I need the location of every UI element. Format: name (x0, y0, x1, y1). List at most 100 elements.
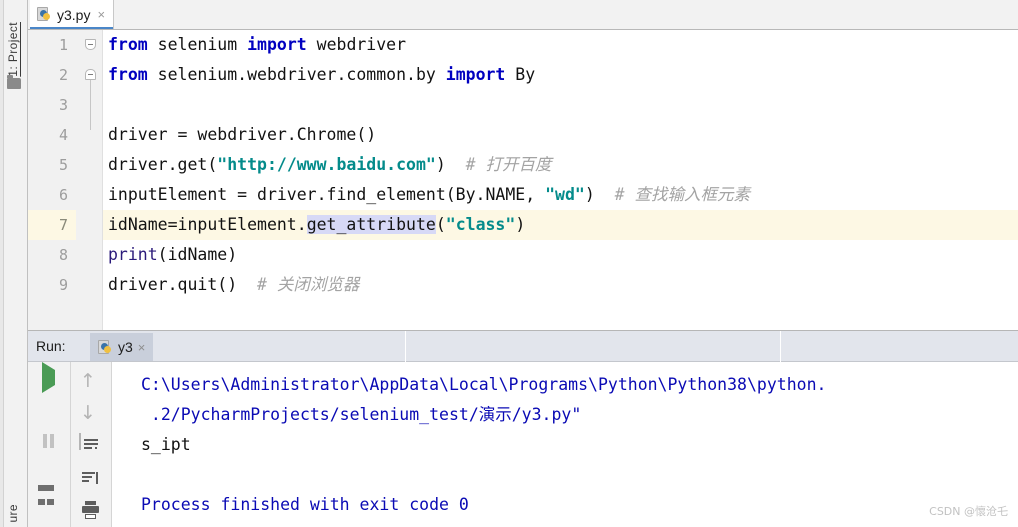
arrow-down-icon: ↓ (80, 402, 96, 424)
code-token: ) (584, 185, 615, 204)
console-line: Process finished with exit code 0 (141, 495, 469, 514)
close-icon[interactable]: × (97, 7, 105, 22)
run-tab-y3[interactable]: y3 × (90, 333, 154, 361)
gutter-line[interactable]: 4 (28, 120, 76, 150)
code-token: "wd" (545, 185, 585, 204)
stop-button[interactable] (38, 402, 60, 424)
sidebar-item-project[interactable]: 1: Project (6, 22, 20, 77)
code-line[interactable]: from selenium.webdriver.common.by import… (103, 60, 1018, 90)
code-token: get_attribute (306, 215, 436, 234)
code-line-text: driver.get("http://www.baidu.com") # 打开百… (103, 150, 552, 180)
gutter-line[interactable]: 3 (28, 90, 76, 120)
gutter-line[interactable]: 6 (28, 180, 76, 210)
console-line: C:\Users\Administrator\AppData\Local\Pro… (141, 375, 827, 394)
line-number: 6 (58, 186, 68, 204)
editor-tab-y3py[interactable]: y3.py × (30, 0, 115, 29)
editor-tab-label: y3.py (57, 6, 91, 23)
line-number: 1 (58, 36, 68, 54)
code-line[interactable]: driver.get("http://www.baidu.com") # 打开百… (103, 150, 1018, 180)
code-token: ) (515, 215, 526, 234)
gutter-line[interactable]: 2 (28, 60, 76, 90)
gutter-line[interactable]: 1 (28, 30, 76, 60)
layout-settings-button[interactable] (38, 470, 60, 505)
run-console-output[interactable]: C:\Users\Administrator\AppData\Local\Pro… (113, 362, 1018, 527)
code-editor[interactable]: 1 2 3 4 5 6 7 8 9 from selenium import webdriver… (28, 30, 1018, 330)
code-token: By (505, 65, 536, 84)
code-token: driver.get( (108, 155, 218, 174)
fold-marker-icon[interactable] (85, 39, 96, 50)
run-tool-window-header: Run: y3 × (28, 330, 1018, 362)
code-line-text: print(idName) (103, 240, 237, 270)
fold-marker-icon[interactable] (85, 69, 96, 80)
code-line[interactable]: from selenium import webdriver (103, 30, 1018, 60)
run-toolbar: ↑ ↓ (28, 362, 112, 527)
code-line-text: inputElement = driver.find_element(By.NA… (103, 180, 750, 210)
close-icon[interactable]: × (138, 340, 146, 355)
code-token: selenium (147, 35, 248, 54)
code-line[interactable] (103, 90, 1018, 120)
python-file-icon (37, 7, 52, 22)
code-line-text: from selenium import webdriver (103, 30, 406, 60)
code-token: from (108, 65, 148, 84)
down-the-stack-trace-button[interactable]: ↓ (80, 402, 102, 424)
code-line[interactable]: inputElement = driver.find_element(By.NA… (103, 180, 1018, 210)
line-number: 2 (58, 66, 68, 84)
run-label: Run: (36, 338, 66, 354)
printer-icon (80, 500, 102, 522)
pause-button[interactable] (38, 434, 60, 456)
editor-gutter[interactable]: 1 2 3 4 5 6 7 8 9 (28, 30, 103, 330)
code-token: (idName) (157, 245, 238, 264)
code-token: from (108, 35, 148, 54)
layout-icon (38, 485, 60, 508)
line-number: 7 (58, 216, 68, 234)
console-line: .2/PycharmProjects/selenium_test/演示/y3.p… (141, 405, 582, 424)
scroll-to-end-icon (81, 468, 101, 486)
print-button[interactable] (80, 500, 102, 522)
editor-tab-bar-empty (158, 0, 1018, 29)
header-divider (780, 331, 781, 362)
code-token: driver.quit() (108, 275, 258, 294)
run-tab-label: y3 (118, 339, 133, 355)
code-token: "http://www.baidu.com" (217, 155, 436, 174)
run-tool-window: Run: y3 × ↑ ↓ C:\Users\Administrator\App… (28, 330, 1018, 527)
code-line[interactable]: driver.quit() # 关闭浏览器 (103, 270, 1018, 300)
code-token: # 打开百度 (465, 155, 552, 174)
folder-icon[interactable] (7, 75, 21, 89)
soft-wrap-button[interactable] (79, 433, 102, 456)
editor-tab-bar: y3.py × (28, 0, 1018, 30)
code-line[interactable]: print(idName) (103, 240, 1018, 270)
sidebar-item-project-label: 1: Project (6, 22, 20, 77)
code-line-text: driver.quit() # 关闭浏览器 (103, 270, 359, 300)
gutter-line[interactable]: 8 (28, 240, 76, 270)
scroll-to-end-button[interactable] (80, 466, 102, 488)
code-token: "class" (445, 215, 516, 234)
sidebar-item-structure[interactable]: ure (6, 504, 20, 523)
pycharm-window: 1: Project ure y3.py × 1 2 3 4 5 6 7 8 9 from se… (0, 0, 1018, 527)
code-fold-column[interactable] (76, 30, 103, 330)
left-tool-strip: 1: Project ure (0, 0, 28, 527)
arrow-up-icon: ↑ (80, 370, 96, 392)
code-token: ) (435, 155, 466, 174)
code-line[interactable]: idName=inputElement.get_attribute("class… (103, 210, 1018, 240)
code-token: webdriver (306, 35, 407, 54)
code-text-area[interactable]: from selenium import webdriver from selen… (103, 30, 1018, 330)
line-number: 5 (58, 156, 68, 174)
rerun-button[interactable] (38, 362, 60, 393)
code-line[interactable]: driver = webdriver.Chrome() (103, 120, 1018, 150)
tabbar-divider (28, 29, 1018, 30)
sidebar-item-structure-label: ure (6, 504, 20, 523)
code-line-text: driver = webdriver.Chrome() (103, 120, 376, 150)
fold-region-line (90, 80, 91, 130)
gutter-line[interactable]: 7 (28, 210, 76, 240)
up-the-stack-trace-button[interactable]: ↑ (80, 370, 102, 392)
gutter-line[interactable]: 5 (28, 150, 76, 180)
gutter-line[interactable]: 9 (28, 270, 76, 300)
soft-wrap-icon (79, 433, 98, 450)
code-token: print (108, 245, 158, 264)
code-token: driver = webdriver.Chrome() (108, 125, 377, 144)
console-line: s_ipt (141, 435, 191, 454)
pause-icon (43, 434, 57, 451)
current-line-highlight (76, 210, 102, 240)
code-token: inputElement = driver.find_element(By.NA… (108, 185, 546, 204)
